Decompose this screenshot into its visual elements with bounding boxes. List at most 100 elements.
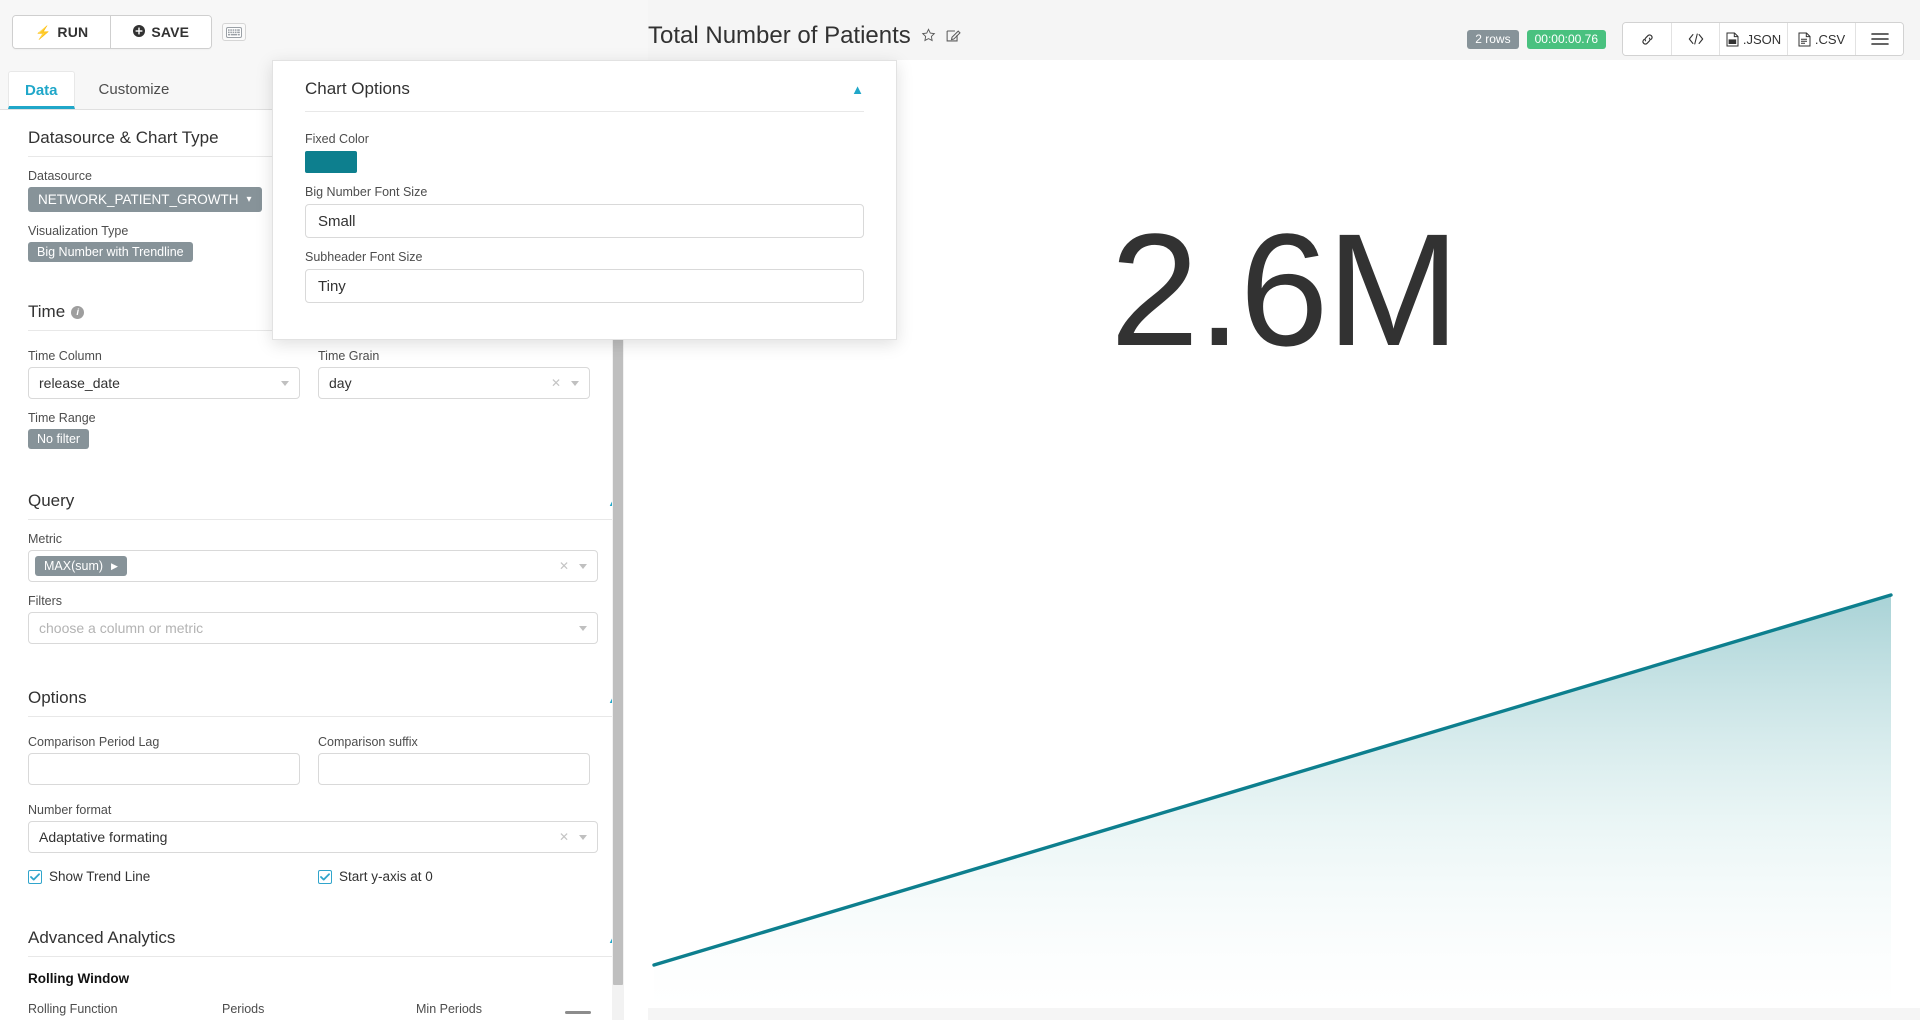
datasource-value: NETWORK_PATIENT_GROWTH bbox=[38, 192, 239, 207]
superset-explore-page: ⚡ RUN SAVE Data Customize Datasource & C… bbox=[0, 0, 1920, 1020]
run-button[interactable]: ⚡ RUN bbox=[13, 16, 111, 48]
hamburger-menu-icon bbox=[1870, 33, 1889, 45]
datasource-select[interactable]: NETWORK_PATIENT_GROWTH ▾ bbox=[28, 187, 262, 212]
share-link-button[interactable] bbox=[1623, 23, 1671, 55]
section-query[interactable]: Query ▲ bbox=[28, 473, 620, 520]
query-time-badge: 00:00:00.76 bbox=[1526, 29, 1606, 49]
info-icon[interactable]: i bbox=[71, 305, 85, 319]
tab-customize[interactable]: Customize bbox=[83, 71, 186, 109]
time-column-value: release_date bbox=[39, 375, 120, 391]
metric-chip[interactable]: MAX(sum) ▶ bbox=[35, 556, 127, 576]
rolling-window-subtitle: Rolling Window bbox=[28, 971, 130, 986]
rolling-function-label: Rolling Function bbox=[28, 1002, 118, 1016]
explore-toolbar: ⚡ RUN SAVE bbox=[12, 15, 247, 49]
comparison-suffix-input[interactable] bbox=[318, 753, 590, 785]
save-button-label: SAVE bbox=[151, 24, 190, 40]
more-options-button[interactable] bbox=[1855, 23, 1903, 55]
chevron-down-icon bbox=[281, 380, 289, 386]
time-range-value[interactable]: No filter bbox=[28, 429, 90, 449]
trendline-chart bbox=[652, 593, 1893, 1008]
show-trend-line-checkbox[interactable]: Show Trend Line bbox=[28, 869, 318, 884]
time-column-label: Time Column bbox=[28, 349, 102, 363]
big-number-font-size-value: Small bbox=[318, 212, 356, 230]
run-save-button-group: ⚡ RUN SAVE bbox=[12, 15, 213, 49]
page-title: Total Number of Patients bbox=[648, 22, 911, 49]
comparison-suffix-label: Comparison suffix bbox=[318, 735, 418, 749]
subheader-font-size-select[interactable]: Tiny bbox=[305, 269, 864, 303]
section-advanced-analytics[interactable]: Advanced Analytics ▲ bbox=[28, 910, 620, 957]
chevron-down-icon: ▾ bbox=[246, 194, 252, 205]
comparison-period-lag-input[interactable] bbox=[28, 753, 300, 785]
plus-circle-icon bbox=[133, 25, 146, 39]
section-title: Query bbox=[28, 491, 75, 510]
download-csv-label: .CSV bbox=[1814, 31, 1846, 47]
section-title: Time bbox=[28, 302, 66, 321]
chevron-down-icon bbox=[579, 563, 587, 569]
download-json-label: .JSON bbox=[1742, 31, 1782, 47]
start-y-axis-at-zero-checkbox[interactable]: Start y-axis at 0 bbox=[318, 869, 433, 884]
star-outline-icon[interactable] bbox=[921, 28, 936, 48]
horizontal-scrollbar[interactable] bbox=[565, 1011, 591, 1014]
time-grain-label: Time Grain bbox=[318, 349, 380, 363]
subheader-font-size-value: Tiny bbox=[318, 277, 346, 295]
metric-select[interactable]: MAX(sum) ▶ ✕ bbox=[28, 550, 598, 582]
chevron-up-icon[interactable]: ▲ bbox=[851, 82, 864, 97]
json-file-icon bbox=[1726, 32, 1739, 46]
chevron-down-icon bbox=[579, 625, 587, 631]
filters-select[interactable]: choose a column or metric bbox=[28, 612, 598, 644]
chevron-down-icon bbox=[571, 380, 579, 386]
chart-options-header[interactable]: Chart Options ▲ bbox=[305, 61, 864, 112]
keyboard-icon bbox=[226, 26, 243, 38]
big-number-font-size-label: Big Number Font Size bbox=[305, 185, 428, 199]
link-icon bbox=[1641, 33, 1653, 45]
clear-icon[interactable]: ✕ bbox=[551, 376, 561, 390]
chart-options-title: Chart Options bbox=[305, 79, 410, 98]
chart-options-popover: Chart Options ▲ Fixed Color Big Number F… bbox=[272, 60, 897, 340]
show-trend-line-label: Show Trend Line bbox=[49, 869, 151, 884]
checkbox-checked-icon bbox=[28, 869, 42, 884]
chart-header: Total Number of Patients 2 rows 00:00:00… bbox=[648, 0, 1920, 68]
periods-label: Periods bbox=[222, 1002, 265, 1016]
time-column-select[interactable]: release_date bbox=[28, 367, 300, 399]
chart-title-group: Total Number of Patients bbox=[648, 22, 961, 50]
start-y-axis-at-zero-label: Start y-axis at 0 bbox=[339, 869, 433, 884]
section-title: Advanced Analytics bbox=[28, 928, 176, 947]
time-range-label: Time Range bbox=[28, 411, 96, 425]
save-button[interactable]: SAVE bbox=[110, 16, 212, 48]
code-icon bbox=[1688, 33, 1703, 45]
download-json-button[interactable]: .JSON bbox=[1719, 23, 1787, 55]
chart-action-button-group: .JSON .CSV bbox=[1622, 22, 1904, 56]
chevron-down-icon bbox=[579, 834, 587, 840]
keyboard-shortcuts-button[interactable] bbox=[222, 23, 247, 41]
section-title: Options bbox=[28, 688, 87, 707]
filters-label: Filters bbox=[28, 594, 63, 608]
chart-header-actions: 2 rows 00:00:00.76 .JSON .CSV bbox=[1467, 22, 1904, 56]
rows-badge: 2 rows bbox=[1467, 29, 1519, 49]
checkbox-checked-icon bbox=[318, 869, 332, 884]
fixed-color-label: Fixed Color bbox=[305, 132, 369, 146]
trend-area-fill bbox=[654, 595, 1891, 1008]
control-panel-scrollbar[interactable] bbox=[612, 290, 624, 1020]
section-options[interactable]: Options ▲ bbox=[28, 670, 620, 717]
scrollbar-thumb[interactable] bbox=[613, 290, 623, 985]
comparison-period-lag-label: Comparison Period Lag bbox=[28, 735, 160, 749]
edit-pencil-icon[interactable] bbox=[946, 28, 961, 48]
time-grain-select[interactable]: day ✕ bbox=[318, 367, 590, 399]
csv-file-icon bbox=[1798, 32, 1811, 46]
section-title: Datasource & Chart Type bbox=[28, 128, 219, 147]
filters-placeholder: choose a column or metric bbox=[39, 620, 204, 636]
visualization-type-value[interactable]: Big Number with Trendline bbox=[28, 242, 193, 262]
number-format-label: Number format bbox=[28, 803, 112, 817]
chevron-right-icon: ▶ bbox=[111, 560, 118, 571]
tab-data[interactable]: Data bbox=[8, 71, 75, 109]
clear-icon[interactable]: ✕ bbox=[559, 559, 569, 573]
metric-value: MAX(sum) bbox=[44, 559, 104, 573]
big-number-font-size-select[interactable]: Small bbox=[305, 204, 864, 238]
download-csv-button[interactable]: .CSV bbox=[1787, 23, 1855, 55]
number-format-select[interactable]: Adaptative formating ✕ bbox=[28, 821, 598, 853]
clear-icon[interactable]: ✕ bbox=[559, 830, 569, 844]
run-button-label: RUN bbox=[57, 24, 89, 40]
fixed-color-swatch[interactable] bbox=[305, 151, 357, 173]
time-grain-value: day bbox=[329, 375, 352, 391]
view-query-button[interactable] bbox=[1671, 23, 1719, 55]
